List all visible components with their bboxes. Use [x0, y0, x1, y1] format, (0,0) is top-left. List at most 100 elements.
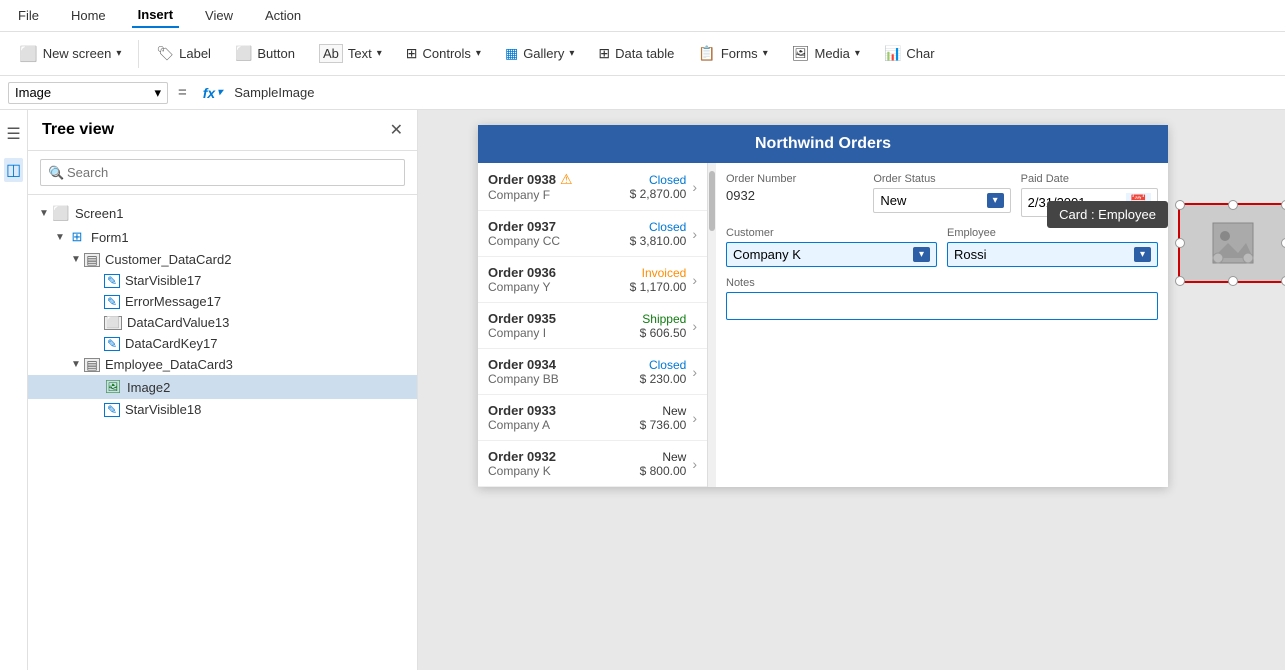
- search-input[interactable]: [40, 159, 405, 186]
- order-status-chevron-icon: ▾: [987, 193, 1004, 208]
- resize-handle-bl[interactable]: [1175, 276, 1185, 286]
- datatable-button[interactable]: ⊞ Data table: [587, 39, 685, 68]
- resize-handle-ml[interactable]: [1175, 238, 1185, 248]
- formula-bar: Image ▾ = fx ▾ document.querySelector('.…: [0, 76, 1285, 110]
- order-item-0933[interactable]: Order 0933 Company A New $ 736.00 ›: [478, 395, 707, 441]
- order-arrow-0932: ›: [692, 456, 697, 472]
- tree-item-form1[interactable]: ▼ ⊞ Form1: [28, 225, 417, 249]
- tree-item-datacardkey17[interactable]: ✎ DataCardKey17: [28, 333, 417, 354]
- formula-selector-chevron-icon: ▾: [154, 85, 161, 101]
- order-number-value: 0932: [726, 188, 863, 203]
- text-chevron-icon: ▾: [377, 48, 382, 59]
- tree-item-screen1[interactable]: ▼ ⬜ Screen1: [28, 201, 417, 225]
- order-company-0938: Company F: [488, 188, 630, 202]
- order-company-0937: Company CC: [488, 234, 630, 248]
- app-header: Northwind Orders: [478, 125, 1168, 163]
- menu-file[interactable]: File: [12, 4, 45, 27]
- tree-header: Tree view ✕: [28, 110, 417, 151]
- order-status-0933: New: [640, 404, 687, 418]
- datacardvalue13-icon: ⬜: [104, 316, 122, 330]
- text-button[interactable]: Ab Text ▾: [308, 38, 393, 69]
- menu-home[interactable]: Home: [65, 4, 112, 27]
- order-number-0938: Order 0938: [488, 172, 556, 187]
- text-icon: Ab: [319, 44, 343, 63]
- order-item-0934[interactable]: Order 0934 Company BB Closed $ 230.00 ›: [478, 349, 707, 395]
- scrollbar[interactable]: [708, 163, 716, 487]
- starvisible18-icon: ✎: [104, 403, 120, 417]
- image-placeholder: [1208, 218, 1258, 268]
- sidebar-toggle: ☰ ◫: [0, 110, 28, 670]
- customer-datacard2-label: Customer_DataCard2: [105, 252, 231, 267]
- card-tooltip: Card : Employee: [1047, 201, 1168, 228]
- order-item-0936[interactable]: Order 0936 Company Y Invoiced $ 1,170.00…: [478, 257, 707, 303]
- formula-selector[interactable]: Image ▾: [8, 82, 168, 104]
- employee-field: Employee Rossi ▾: [947, 227, 1158, 267]
- order-amount-0937: $ 3,810.00: [630, 234, 687, 248]
- resize-handle-bm[interactable]: [1228, 276, 1238, 286]
- hamburger-icon[interactable]: ☰: [2, 120, 24, 148]
- resize-handle-mr[interactable]: [1281, 238, 1285, 248]
- new-screen-chevron-icon: ▾: [116, 48, 121, 59]
- order-arrow-0936: ›: [692, 272, 697, 288]
- tree-item-errormessage17[interactable]: ✎ ErrorMessage17: [28, 291, 417, 312]
- media-chevron-icon: ▾: [855, 48, 860, 59]
- order-company-0933: Company A: [488, 418, 640, 432]
- tree-close-button[interactable]: ✕: [390, 120, 403, 140]
- order-arrow-0938: ›: [692, 179, 697, 195]
- order-item-0938[interactable]: Order 0938 ⚠ Company F Closed $ 2,870.00…: [478, 163, 707, 211]
- image-control-wrapper[interactable]: [1178, 203, 1285, 283]
- datacardvalue13-label: DataCardValue13: [127, 315, 229, 330]
- starvisible17-icon: ✎: [104, 274, 120, 288]
- layers-icon[interactable]: ◫: [4, 158, 23, 182]
- notes-field: Notes: [726, 277, 1158, 320]
- tree-item-datacardvalue13[interactable]: ⬜ DataCardValue13: [28, 312, 417, 333]
- order-amount-0934: $ 230.00: [640, 372, 687, 386]
- formula-fx-chevron-icon: ▾: [217, 87, 222, 98]
- order-item-0932[interactable]: Order 0932 Company K New $ 800.00 ›: [478, 441, 707, 487]
- chart-button[interactable]: 📊 Char: [873, 39, 946, 68]
- menu-action[interactable]: Action: [259, 4, 307, 27]
- scroll-thumb[interactable]: [709, 171, 715, 231]
- button-button[interactable]: ⬜ Button: [224, 39, 306, 68]
- order-status-dropdown[interactable]: New ▾: [873, 188, 1010, 213]
- customer-datacard2-icon: ▤: [84, 253, 100, 267]
- order-amount-0932: $ 800.00: [640, 464, 687, 478]
- label-button[interactable]: 🏷 Label: [145, 39, 222, 68]
- new-screen-icon: ⬜: [19, 45, 38, 63]
- order-status-0935: Shipped: [640, 312, 687, 326]
- gallery-button[interactable]: ▦ Gallery ▾: [494, 39, 585, 68]
- notes-input[interactable]: [726, 292, 1158, 320]
- order-item-0935[interactable]: Order 0935 Company I Shipped $ 606.50 ›: [478, 303, 707, 349]
- image-control[interactable]: [1178, 203, 1285, 283]
- form1-icon: ⊞: [68, 228, 86, 246]
- tree-item-customer-datacard2[interactable]: ▼ ▤ Customer_DataCard2: [28, 249, 417, 270]
- order-arrow-0937: ›: [692, 226, 697, 242]
- employee-dropdown[interactable]: Rossi ▾: [947, 242, 1158, 267]
- form1-arrow-icon: ▼: [52, 232, 68, 243]
- controls-button[interactable]: ⊞ Controls ▾: [395, 39, 492, 68]
- resize-handle-tr[interactable]: [1281, 200, 1285, 210]
- formula-fx-button[interactable]: fx ▾: [197, 85, 228, 101]
- media-icon: 🖼: [792, 45, 810, 62]
- menu-view[interactable]: View: [199, 4, 239, 27]
- media-button[interactable]: 🖼 Media ▾: [781, 39, 871, 68]
- tree-item-starvisible18[interactable]: ✎ StarVisible18: [28, 399, 417, 420]
- forms-button[interactable]: 📋 Forms ▾: [687, 39, 778, 68]
- screen1-label: Screen1: [75, 206, 123, 221]
- resize-handle-tm[interactable]: [1228, 200, 1238, 210]
- resize-handle-tl[interactable]: [1175, 200, 1185, 210]
- order-status-0934: Closed: [640, 358, 687, 372]
- form1-label: Form1: [91, 230, 129, 245]
- tree-item-employee-datacard3[interactable]: ▼ ▤ Employee_DataCard3: [28, 354, 417, 375]
- customer-datacard2-arrow-icon: ▼: [68, 254, 84, 265]
- resize-handle-br[interactable]: [1281, 276, 1285, 286]
- order-item-0937[interactable]: Order 0937 Company CC Closed $ 3,810.00 …: [478, 211, 707, 257]
- tree-item-image2[interactable]: 🖼 Image2: [28, 375, 417, 399]
- main-layout: ☰ ◫ Tree view ✕ 🔍 ▼ ⬜ Screen1: [0, 110, 1285, 670]
- formula-input[interactable]: [234, 85, 1277, 100]
- menu-insert[interactable]: Insert: [132, 3, 179, 28]
- tree-item-starvisible17[interactable]: ✎ StarVisible17: [28, 270, 417, 291]
- customer-dropdown[interactable]: Company K ▾: [726, 242, 937, 267]
- order-number-0937: Order 0937: [488, 219, 630, 234]
- new-screen-button[interactable]: ⬜ New screen ▾: [8, 39, 132, 69]
